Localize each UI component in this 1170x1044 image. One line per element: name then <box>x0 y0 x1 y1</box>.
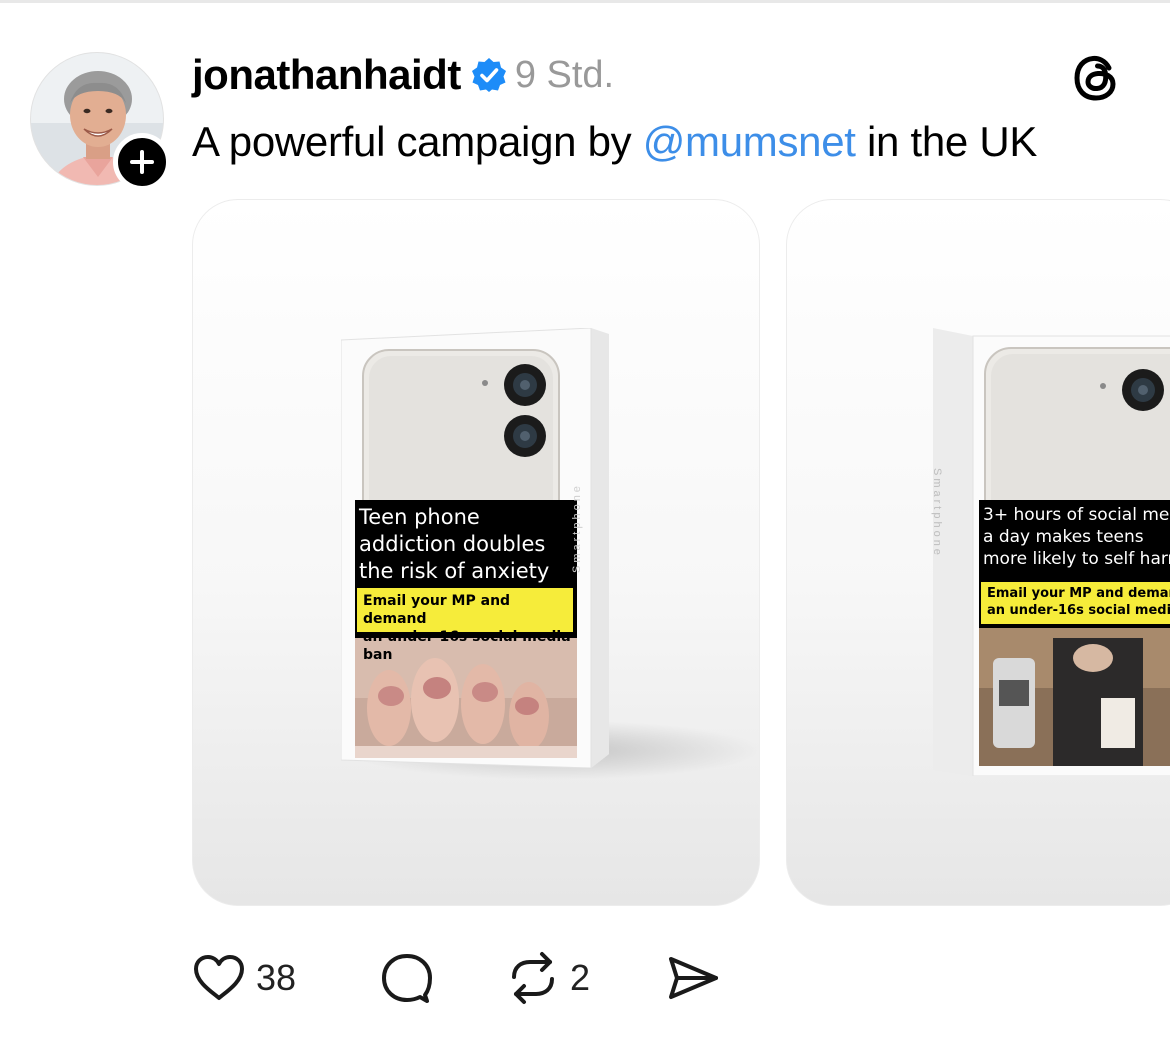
cta-line: Email your MP and demand <box>987 586 1170 601</box>
follow-button[interactable] <box>113 133 171 191</box>
post-actions: 38 2 <box>192 948 752 1008</box>
warning-line: Teen phone <box>359 505 480 529</box>
cta-label: Email your MP and demand an under-16s so… <box>981 582 1170 624</box>
warning-line: a day makes teens <box>983 527 1144 547</box>
post-text-before: A powerful campaign by <box>192 118 643 165</box>
post-body: A powerful campaign by @mumsnet in the U… <box>192 118 1037 166</box>
cta-frame: Email your MP and demand an under-16s so… <box>355 586 577 663</box>
post-image-2[interactable]: 3+ hours of social media a day makes tee… <box>786 199 1170 906</box>
warning-line: the risk of anxiety <box>359 559 550 583</box>
heart-icon <box>194 955 244 1000</box>
warning-line: more likely to self harm <box>983 549 1170 569</box>
box-side-text: Smartphone <box>571 483 583 573</box>
cta-label: Email your MP and demand an under-16s so… <box>357 588 573 663</box>
reply-button[interactable] <box>380 948 434 1008</box>
top-divider <box>0 0 1170 3</box>
repost-count: 2 <box>570 957 591 998</box>
username[interactable]: jonathanhaidt <box>192 51 461 99</box>
warning-line: 3+ hours of social media <box>983 505 1170 525</box>
post-timestamp: 9 Std. <box>514 53 615 96</box>
cta-line: an under-16s social media ban <box>363 629 571 663</box>
paper-plane-icon <box>669 957 718 999</box>
comment-bubble-icon <box>382 954 432 1003</box>
warning-label: Teen phone addiction doubles the risk of… <box>355 500 577 586</box>
phone-box: 3+ hours of social media a day makes tee… <box>931 328 1170 776</box>
post-text-after: in the UK <box>855 118 1038 165</box>
plus-icon <box>130 150 154 174</box>
repost-button[interactable]: 2 <box>506 948 590 1008</box>
post-image-1[interactable]: Teen phone addiction doubles the risk of… <box>192 199 760 906</box>
cta-line: an under-16s social media ban <box>987 603 1170 618</box>
cta-line: Email your MP and demand <box>363 593 511 627</box>
mention-link[interactable]: @mumsnet <box>643 118 856 165</box>
warning-label: 3+ hours of social media a day makes tee… <box>979 500 1170 586</box>
box-side-text: Smartphone <box>931 468 943 558</box>
warning-line: addiction doubles <box>359 532 546 556</box>
share-button[interactable] <box>666 948 720 1008</box>
repost-arrows-icon <box>512 952 554 1004</box>
like-button[interactable]: 38 <box>192 948 296 1008</box>
phone-box: Teen phone addiction doubles the risk of… <box>341 328 609 768</box>
cta-frame: Email your MP and demand an under-16s so… <box>979 580 1170 628</box>
verified-badge-icon <box>471 58 506 92</box>
post-header: jonathanhaidt 9 Std. <box>192 50 614 100</box>
like-count: 38 <box>256 957 297 998</box>
threads-logo-icon[interactable] <box>1071 52 1123 104</box>
